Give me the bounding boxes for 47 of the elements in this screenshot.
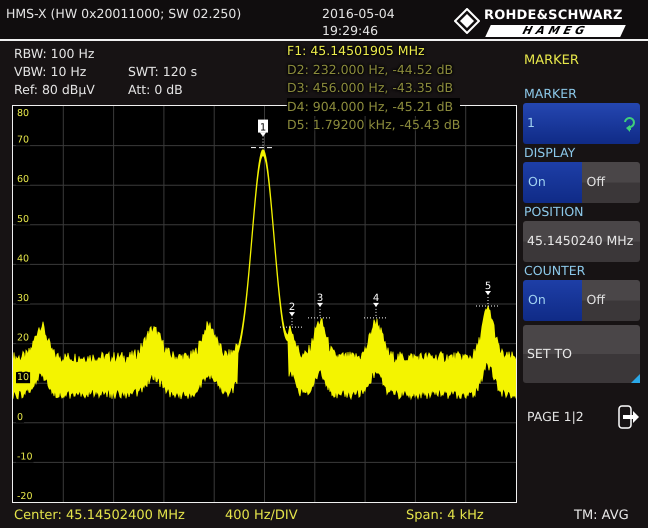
softkey-label: MARKER (524, 87, 578, 101)
attenuation-text: Att: 0 dB (128, 81, 183, 99)
rbw-text: RBW: 100 Hz (14, 45, 94, 63)
page-indicator: PAGE 1|2 (527, 408, 584, 426)
sweep-time-text: SWT: 120 s (128, 63, 198, 81)
marker-readout: F1: 45.14501905 MHz (287, 42, 426, 60)
softkey-label: COUNTER (524, 264, 586, 278)
axis-label: 50 (17, 214, 30, 225)
marker-readout: D2: 232.000 Hz, -44.52 dB (287, 60, 454, 79)
axis-label: 10 (17, 372, 30, 384)
brand-logo-text: ROHDE&SCHWARZ (484, 8, 623, 23)
softkey-label: DISPLAY (524, 146, 576, 160)
marker-readout: D5: 1.79200 kHz, -45.43 dB (287, 116, 460, 134)
exit-icon[interactable] (618, 405, 640, 429)
axis-label: 60 (17, 174, 30, 186)
toggle-option[interactable]: On (523, 162, 582, 203)
set-to-button[interactable]: SET TO (523, 325, 640, 383)
axis-label: 70 (17, 134, 30, 146)
ref-level-text: Ref: 80 dBµV (14, 81, 95, 99)
center-frequency-text: Center: 45.14502400 MHz (14, 507, 185, 525)
marker-selector-button[interactable]: 1 (523, 103, 640, 144)
scale-text: 400 Hz/DIV (225, 507, 298, 525)
time-text: 19:29:46 (322, 22, 380, 39)
axis-label: 0 (17, 412, 24, 423)
rotate-icon (622, 116, 636, 132)
span-text: Span: 4 kHz (406, 507, 484, 525)
axis-label: 40 (17, 253, 30, 264)
axis-label: -20 (17, 491, 33, 502)
softkey-label: POSITION (524, 205, 585, 219)
marker-readout: D3: 456.000 Hz, -43.35 dB (287, 79, 454, 98)
axis-label: -10 (17, 451, 33, 462)
position-value-button[interactable]: 45.1450240 MHz (523, 221, 640, 262)
diamond-logo-icon (454, 8, 480, 34)
axis-label: 20 (17, 332, 30, 344)
marker-readout: D4: 904.000 Hz, -45.21 dB (287, 98, 460, 116)
vbw-text: VBW: 10 Hz (14, 63, 86, 81)
axis-label: 80 (17, 108, 30, 119)
corner-triangle-icon (631, 374, 640, 383)
brand-logo-subtext: HAMEG (485, 24, 626, 37)
axis-label: 30 (17, 293, 30, 304)
date-text: 2016-05-04 (322, 5, 395, 22)
toggle-option[interactable]: On (523, 280, 582, 321)
menu-title: MARKER (524, 52, 580, 70)
toggle-option[interactable]: Off (582, 280, 640, 321)
trace-mode-text: TM: AVG (574, 507, 629, 525)
device-title: HMS-X (HW 0x20011000; SW 02.250) (6, 5, 242, 23)
toggle-option[interactable]: Off (582, 162, 640, 203)
